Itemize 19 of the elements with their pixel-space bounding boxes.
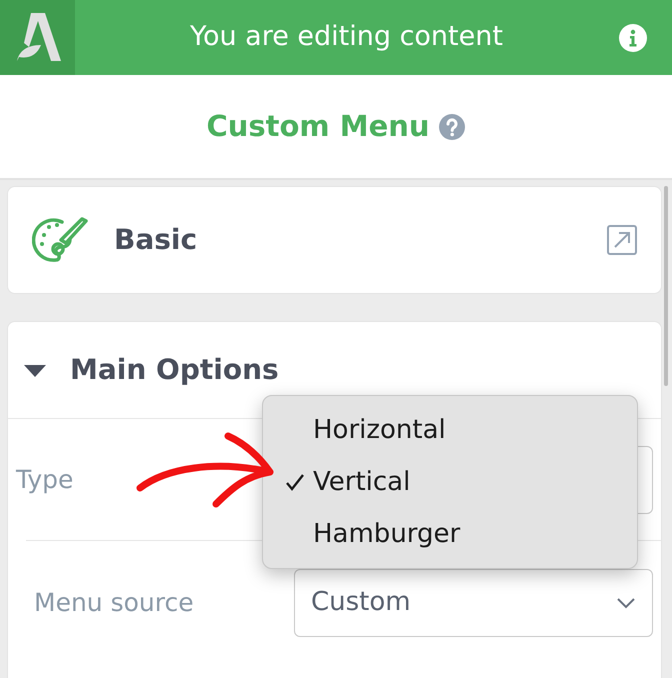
panel-title: Custom Menu (206, 108, 430, 145)
dropdown-option[interactable]: Horizontal (263, 404, 637, 456)
section-title[interactable]: Main Options (70, 349, 279, 391)
section-title: Basic (114, 222, 198, 258)
section-card[interactable]: Basic (7, 186, 662, 294)
info-icon[interactable] (618, 22, 648, 52)
header-title: You are editing content (189, 20, 504, 54)
field-label: Type (16, 464, 74, 496)
dropdown-option[interactable]: Vertical (263, 456, 637, 508)
dropdown-option[interactable]: Hamburger (263, 508, 637, 560)
logo-icon[interactable] (14, 12, 60, 62)
palette-icon (32, 217, 90, 263)
select-field[interactable]: Custom (294, 568, 653, 636)
help-icon[interactable] (438, 112, 466, 140)
scrollbar[interactable] (664, 186, 668, 386)
chevron-down-icon (616, 596, 636, 609)
collapse-triangle-icon[interactable] (24, 364, 46, 377)
external-link-icon[interactable] (607, 225, 637, 255)
field-label: Menu source (34, 586, 195, 619)
